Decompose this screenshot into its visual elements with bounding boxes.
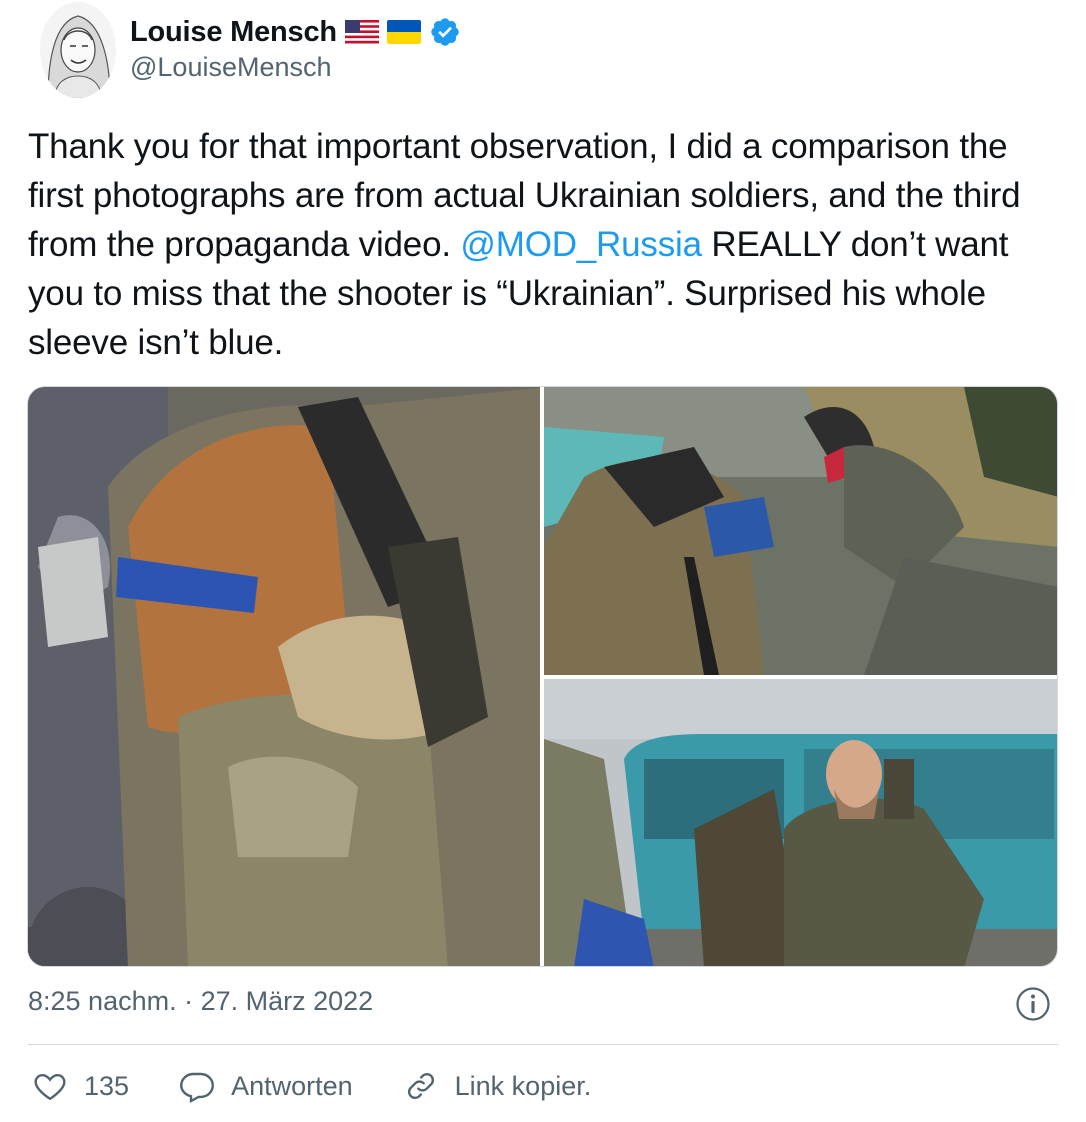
soldier-blue-armband-photo[interactable] bbox=[28, 387, 540, 966]
author-display-name[interactable]: Louise Mensch bbox=[130, 16, 337, 49]
us-flag-icon bbox=[344, 19, 380, 45]
ukraine-flag-icon bbox=[386, 20, 421, 44]
like-button[interactable]: 135 bbox=[32, 1068, 129, 1104]
author-name-row: Louise Mensch bbox=[130, 12, 461, 52]
reply-button[interactable]: Antworten bbox=[179, 1068, 353, 1104]
tweet-card: Louise Mensch @LouiseMensch Thank you fo… bbox=[0, 0, 1086, 1122]
copy-link-button[interactable]: Link kopier. bbox=[403, 1068, 592, 1104]
media-grid bbox=[27, 386, 1058, 967]
divider bbox=[28, 1044, 1058, 1045]
tweet-timestamp[interactable]: 8:25 nachm. · 27. März 2022 bbox=[28, 986, 373, 1017]
link-icon bbox=[407, 1072, 434, 1100]
tweet-text: Thank you for that important observation… bbox=[28, 122, 1058, 367]
reply-label: Antworten bbox=[231, 1070, 353, 1101]
reply-bubble-icon bbox=[180, 1072, 215, 1104]
author-handle[interactable]: @LouiseMensch bbox=[130, 52, 332, 83]
action-bar: 135 Antworten Link kopier. bbox=[32, 1064, 641, 1108]
heart-icon bbox=[34, 1073, 66, 1101]
man-by-blue-van-photo[interactable] bbox=[544, 679, 1057, 966]
copy-link-label: Link kopier. bbox=[454, 1070, 592, 1101]
avatar[interactable] bbox=[40, 2, 116, 98]
verified-badge-icon bbox=[429, 16, 461, 48]
mention-link[interactable]: @MOD_Russia bbox=[460, 225, 702, 264]
info-icon[interactable] bbox=[1015, 986, 1051, 1022]
soldiers-in-trench-photo[interactable] bbox=[544, 387, 1057, 675]
like-count: 135 bbox=[84, 1070, 130, 1101]
